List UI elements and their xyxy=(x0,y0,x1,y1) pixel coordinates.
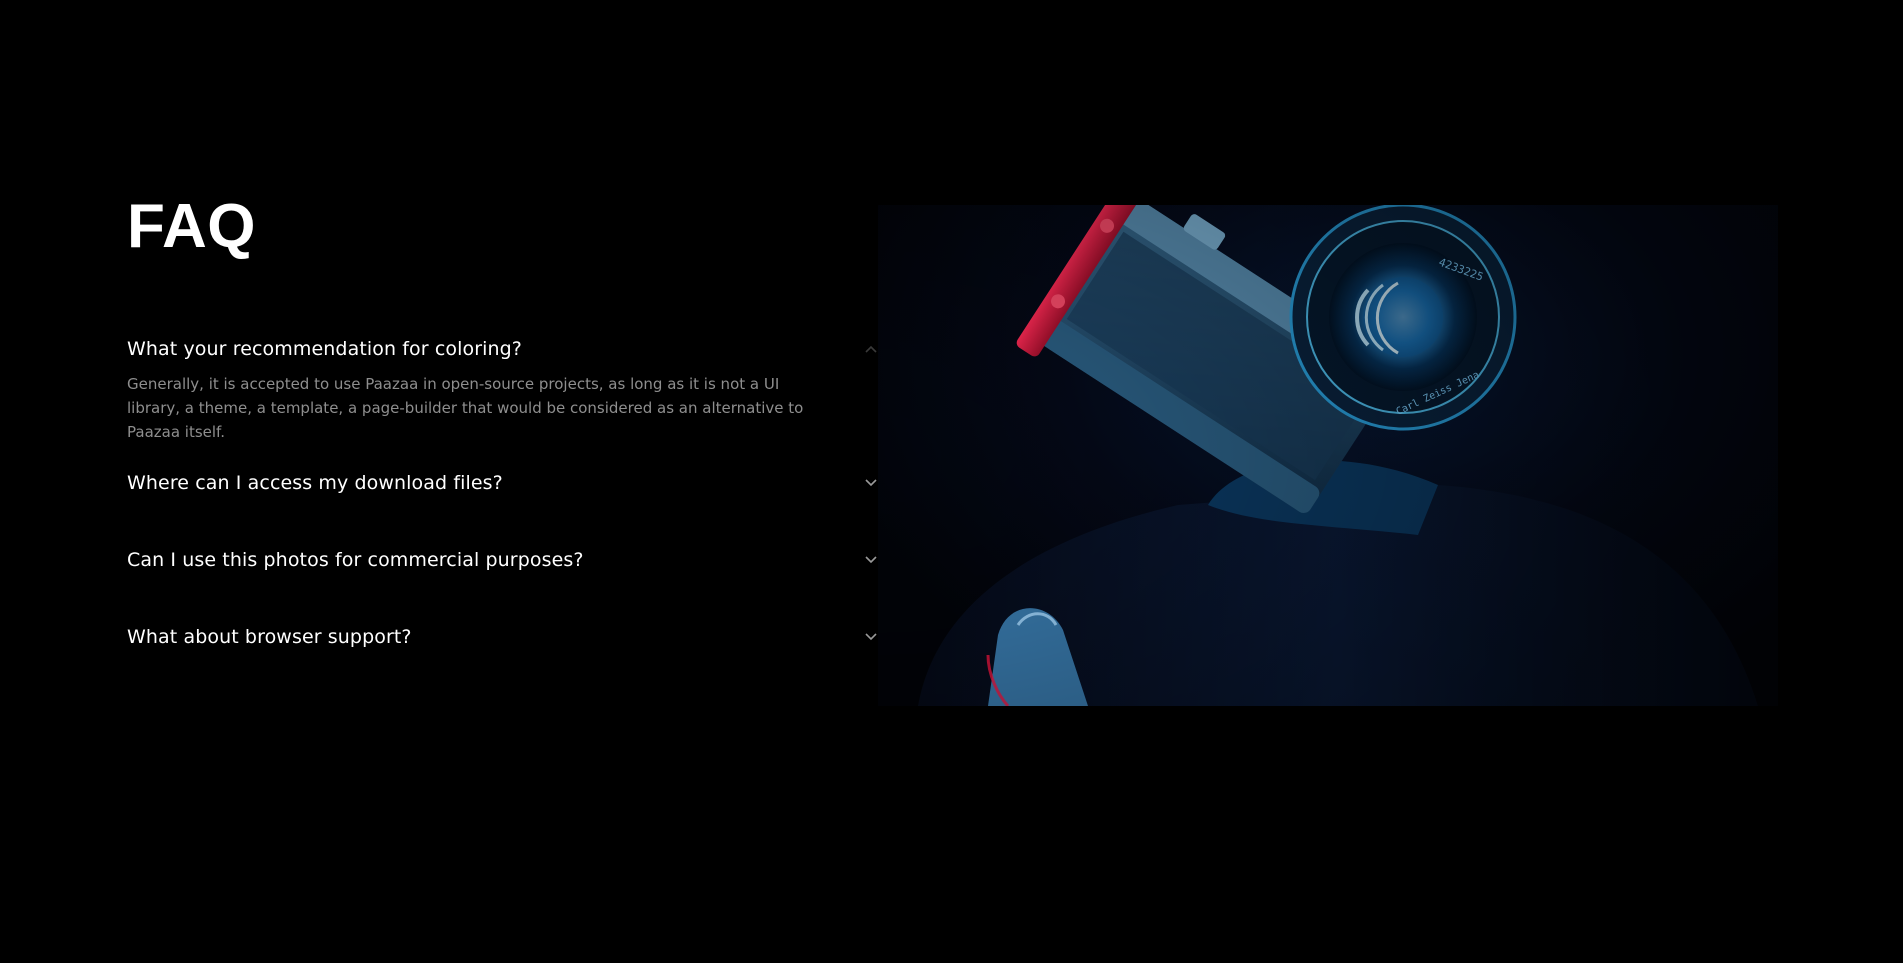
hero-image-camera: 4233225 Carl Zeiss Jena xyxy=(878,205,1778,706)
faq-item: What about browser support? xyxy=(127,618,879,678)
faq-answer: Generally, it is accepted to use Paazaa … xyxy=(127,375,804,441)
camera-illustration: 4233225 Carl Zeiss Jena xyxy=(878,205,1778,706)
faq-question: Where can I access my download files? xyxy=(127,472,503,494)
faq-question: What about browser support? xyxy=(127,626,412,648)
faq-question-toggle[interactable]: Can I use this photos for commercial pur… xyxy=(127,541,879,579)
faq-title: FAQ xyxy=(127,192,256,261)
faq-accordion: What your recommendation for coloring? G… xyxy=(127,330,879,678)
faq-item: Where can I access my download files? xyxy=(127,464,879,541)
faq-question: Can I use this photos for commercial pur… xyxy=(127,549,584,571)
chevron-up-icon[interactable] xyxy=(865,345,877,353)
faq-question-toggle[interactable]: What your recommendation for coloring? xyxy=(127,330,879,368)
chevron-down-icon[interactable] xyxy=(865,556,877,564)
faq-question: What your recommendation for coloring? xyxy=(127,338,522,360)
chevron-down-icon[interactable] xyxy=(865,479,877,487)
faq-question-toggle[interactable]: Where can I access my download files? xyxy=(127,464,879,502)
chevron-down-icon[interactable] xyxy=(865,633,877,641)
faq-item: What your recommendation for coloring? G… xyxy=(127,330,879,464)
faq-question-toggle[interactable]: What about browser support? xyxy=(127,618,879,656)
faq-item: Can I use this photos for commercial pur… xyxy=(127,541,879,618)
